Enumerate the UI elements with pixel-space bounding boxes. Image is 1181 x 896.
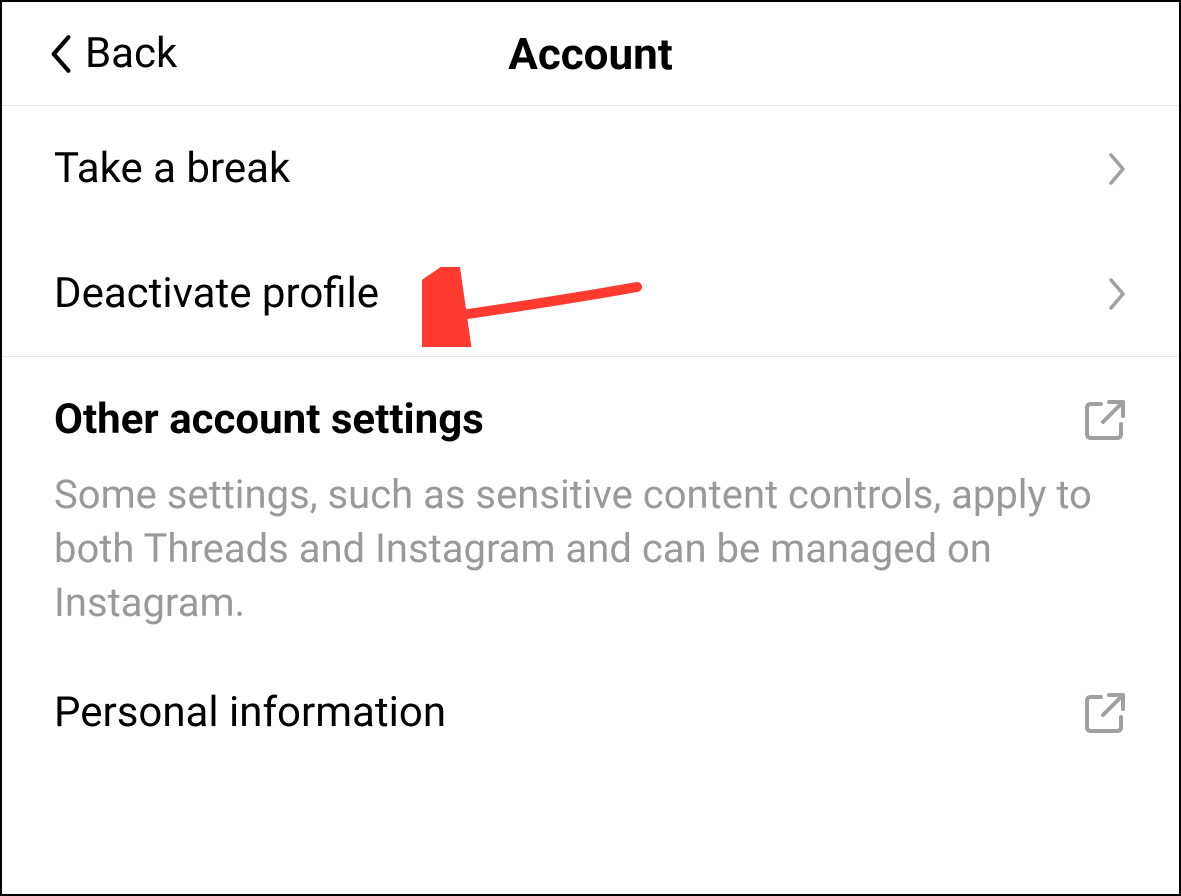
- list-item-label: Take a break: [54, 144, 290, 193]
- other-account-settings-section: Other account settings Some settings, su…: [2, 357, 1179, 650]
- list-item-label: Personal information: [54, 688, 446, 737]
- list-item-label: Deactivate profile: [54, 269, 379, 318]
- chevron-right-icon: [1107, 276, 1127, 312]
- external-link-icon: [1083, 691, 1127, 735]
- section-title: Other account settings: [54, 395, 484, 444]
- list-item-deactivate-profile[interactable]: Deactivate profile: [2, 231, 1179, 357]
- chevron-left-icon: [47, 33, 73, 75]
- back-label: Back: [85, 29, 177, 78]
- section-description: Some settings, such as sensitive content…: [54, 468, 1127, 630]
- page-header: Back Account: [2, 2, 1179, 106]
- chevron-right-icon: [1107, 151, 1127, 187]
- external-link-icon: [1083, 398, 1127, 442]
- list-item-personal-information[interactable]: Personal information: [2, 650, 1179, 775]
- back-button[interactable]: Back: [47, 29, 177, 78]
- list-item-take-a-break[interactable]: Take a break: [2, 106, 1179, 231]
- section-header-other[interactable]: Other account settings: [54, 395, 1127, 444]
- settings-list: Take a break Deactivate profile Other ac…: [2, 106, 1179, 775]
- page-title: Account: [508, 28, 672, 80]
